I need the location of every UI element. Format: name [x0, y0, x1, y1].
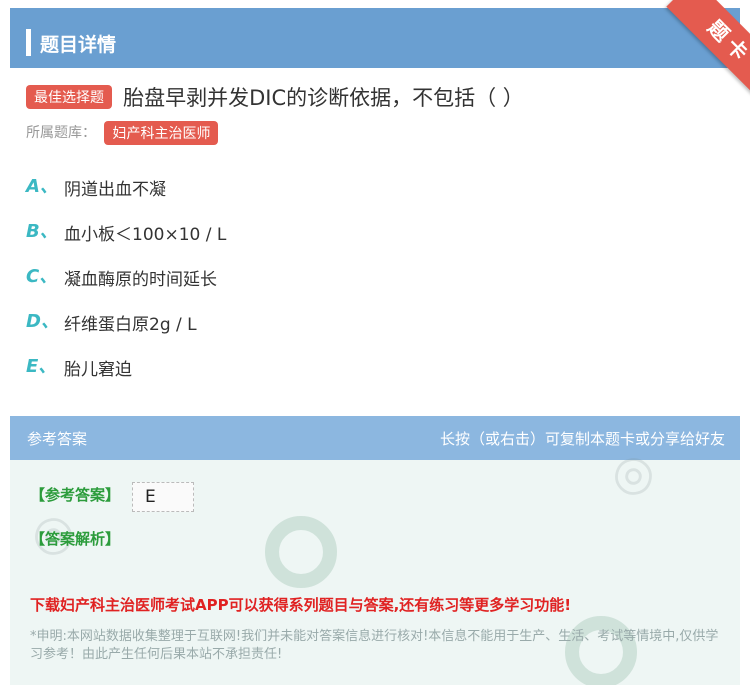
option-letter: D、: [26, 311, 59, 332]
bank-label: 所属题库：: [26, 125, 96, 141]
answer-panel: ◎ ◎ 参考答案 长按（或右击）可复制本题卡或分享给好友 【参考答案】 E 【答…: [10, 416, 740, 685]
options-list: A、 阴道出血不凝 B、 血小板＜100×10 / L C、 凝血酶原的时间延长…: [26, 172, 226, 397]
answer-value: E: [132, 482, 194, 512]
share-hint: 长按（或右击）可复制本题卡或分享给好友: [439, 429, 725, 448]
header-accent: [26, 29, 31, 56]
option-text: 胎儿窘迫: [64, 360, 132, 380]
option-d[interactable]: D、 纤维蛋白原2g / L: [26, 307, 226, 352]
question-text: 胎盘早剥并发DIC的诊断依据，不包括（ ）: [123, 86, 524, 110]
question-bank-row: 所属题库： 妇产科主治医师: [26, 121, 219, 145]
option-b[interactable]: B、 血小板＜100×10 / L: [26, 217, 226, 262]
answer-label: 【参考答案】: [30, 486, 121, 504]
page-title: 题目详情: [40, 34, 117, 56]
header-bar: 题目详情: [10, 8, 740, 68]
watermark-logo: [265, 516, 337, 588]
option-a[interactable]: A、 阴道出血不凝: [26, 172, 226, 217]
option-letter: E、: [26, 356, 57, 377]
app-download-link[interactable]: 下载妇产科主治医师考试APP可以获得系列题目与答案,还有练习等更多学习功能!: [30, 594, 571, 615]
option-text: 凝血酶原的时间延长: [64, 270, 217, 290]
option-e[interactable]: E、 胎儿窘迫: [26, 352, 226, 397]
answer-header-title: 参考答案: [27, 429, 88, 448]
question-row: 最佳选择题 胎盘早剥并发DIC的诊断依据，不包括（ ）: [26, 82, 726, 112]
question-type-tag: 最佳选择题: [26, 85, 112, 109]
explanation-label: 【答案解析】: [30, 530, 121, 548]
option-letter: A、: [26, 176, 58, 197]
bank-name-tag[interactable]: 妇产科主治医师: [104, 121, 219, 145]
option-text: 血小板＜100×10 / L: [64, 225, 227, 245]
option-letter: C、: [26, 266, 58, 287]
option-c[interactable]: C、 凝血酶原的时间延长: [26, 262, 226, 307]
option-text: 纤维蛋白原2g / L: [64, 315, 197, 335]
disclaimer-text: *申明:本网站数据收集整理于互联网!我们并未能对答案信息进行核对!本信息不能用于…: [30, 629, 719, 662]
option-text: 阴道出血不凝: [64, 180, 166, 200]
option-letter: B、: [26, 221, 58, 242]
